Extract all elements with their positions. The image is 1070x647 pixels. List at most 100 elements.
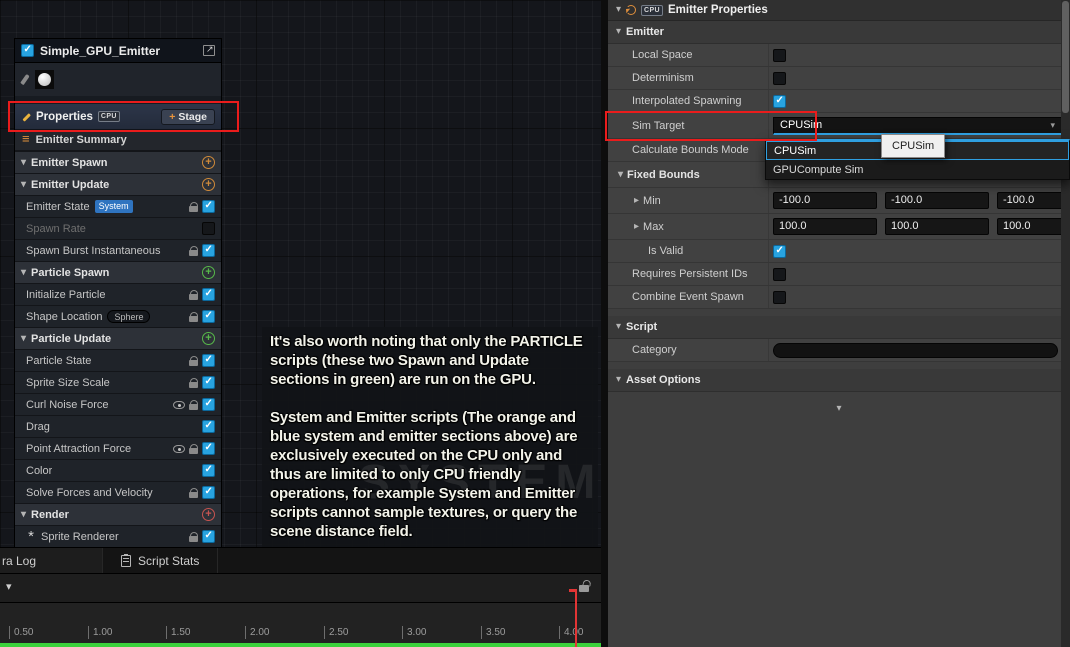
tab-script-stats[interactable]: Script Stats [103,548,218,573]
tab-niagara-log[interactable]: ra Log [0,548,103,573]
timeline-range-bar[interactable] [0,643,601,647]
unlock-icon[interactable] [579,585,589,592]
module-enabled-checkbox[interactable] [202,288,215,301]
row-determinism[interactable]: Determinism [608,67,1070,90]
category-label: Script [626,321,657,333]
max-y-field[interactable]: 100.0 [885,218,989,235]
chevron-down-icon[interactable] [21,180,26,190]
category-asset-options[interactable]: Asset Options [608,369,1070,392]
chevron-right-icon[interactable] [634,196,639,206]
module-enabled-checkbox[interactable] [202,200,215,213]
scrollbar-thumb[interactable] [1062,1,1069,113]
module-enabled-checkbox[interactable] [202,530,215,543]
combine-event-spawn-checkbox[interactable] [773,291,786,304]
visibility-eye-icon[interactable] [173,401,185,409]
group-render[interactable]: Render [15,503,221,525]
module-point-attraction-force[interactable]: Point Attraction Force [15,437,221,459]
add-renderer-icon[interactable] [202,508,215,521]
row-min[interactable]: Min -100.0 -100.0 -100.0 [608,188,1070,214]
category-emitter[interactable]: Emitter [608,21,1070,44]
row-local-space[interactable]: Local Space [608,44,1070,67]
module-sprite-size-scale[interactable]: Sprite Size Scale [15,371,221,393]
module-enabled-checkbox[interactable] [202,310,215,323]
add-stage-button[interactable]: + Stage [161,109,215,125]
module-emitter-state[interactable]: Emitter State System [15,195,221,217]
module-enabled-checkbox[interactable] [202,420,215,433]
module-enabled-checkbox[interactable] [202,442,215,455]
chevron-down-icon[interactable] [616,322,621,332]
add-module-icon[interactable] [202,266,215,279]
details-expander[interactable] [608,400,1070,418]
emitter-summary-row[interactable]: Emitter Summary [15,130,221,151]
module-enabled-checkbox[interactable] [202,376,215,389]
group-particle-spawn[interactable]: Particle Spawn [15,261,221,283]
module-enabled-checkbox[interactable] [202,222,215,235]
chevron-right-icon[interactable] [634,222,639,232]
details-scrollbar[interactable] [1061,0,1070,647]
chevron-down-icon[interactable] [618,170,623,180]
eyedropper-icon[interactable] [20,74,30,85]
chevron-down-icon[interactable] [21,158,26,168]
timeline-ruler[interactable]: 0.50 1.00 1.50 2.00 2.50 3.00 3.50 4.00 [0,603,601,647]
module-sprite-renderer[interactable]: Sprite Renderer [15,525,221,547]
row-requires-persistent-ids[interactable]: Requires Persistent IDs [608,263,1070,286]
min-x-field[interactable]: -100.0 [773,192,877,209]
sim-target-dropdown[interactable]: CPUSim ▾ [773,117,1062,135]
row-interpolated-spawning[interactable]: Interpolated Spawning [608,90,1070,113]
group-particle-update[interactable]: Particle Update [15,327,221,349]
chevron-down-icon[interactable] [21,268,26,278]
chevron-down-icon[interactable] [6,582,12,592]
emitter-properties-row[interactable]: Properties CPU + Stage [15,104,221,130]
module-enabled-checkbox[interactable] [202,354,215,367]
category-text-field[interactable] [773,343,1058,358]
max-x-field[interactable]: 100.0 [773,218,877,235]
group-emitter-spawn[interactable]: Emitter Spawn [15,151,221,173]
group-emitter-update[interactable]: Emitter Update [15,173,221,195]
chevron-down-icon[interactable] [616,375,621,385]
details-header[interactable]: CPU Emitter Properties [608,0,1070,21]
interpolated-spawning-checkbox[interactable] [773,95,786,108]
chevron-down-icon[interactable] [21,510,26,520]
module-spawn-rate[interactable]: Spawn Rate [15,217,221,239]
module-solve-forces-velocity[interactable]: Solve Forces and Velocity [15,481,221,503]
module-curl-noise-force[interactable]: Curl Noise Force [15,393,221,415]
chevron-down-icon[interactable] [616,5,621,15]
chevron-down-icon[interactable] [21,334,26,344]
dropdown-option-gpucompute-sim[interactable]: GPUCompute Sim [766,160,1069,179]
module-enabled-checkbox[interactable] [202,486,215,499]
module-spawn-burst[interactable]: Spawn Burst Instantaneous [15,239,221,261]
timeline-playhead[interactable] [575,589,577,647]
visibility-eye-icon[interactable] [173,445,185,453]
row-category[interactable]: Category [608,339,1070,362]
emitter-node-header[interactable]: Simple_GPU_Emitter [15,38,221,63]
determinism-checkbox[interactable] [773,72,786,85]
local-space-checkbox[interactable] [773,49,786,62]
row-combine-event-spawn[interactable]: Combine Event Spawn [608,286,1070,309]
module-enabled-checkbox[interactable] [202,464,215,477]
module-initialize-particle[interactable]: Initialize Particle [15,283,221,305]
module-shape-location[interactable]: Shape Location Sphere [15,305,221,327]
min-z-field[interactable]: -100.0 [997,192,1070,209]
chevron-down-icon[interactable] [616,27,621,37]
is-valid-checkbox[interactable] [773,245,786,258]
panel-divider[interactable] [601,0,608,647]
module-color[interactable]: Color [15,459,221,481]
module-enabled-checkbox[interactable] [202,244,215,257]
open-external-icon[interactable] [203,45,215,56]
max-z-field[interactable]: 100.0 [997,218,1070,235]
add-module-icon[interactable] [202,156,215,169]
min-y-field[interactable]: -100.0 [885,192,989,209]
add-module-icon[interactable] [202,332,215,345]
module-particle-state[interactable]: Particle State [15,349,221,371]
row-sim-target[interactable]: Sim Target CPUSim ▾ [608,113,1070,139]
emitter-thumbnail[interactable] [35,70,54,89]
row-max[interactable]: Max 100.0 100.0 100.0 [608,214,1070,240]
requires-persistent-ids-checkbox[interactable] [773,268,786,281]
row-is-valid[interactable]: Is Valid [608,240,1070,263]
category-script[interactable]: Script [608,316,1070,339]
add-module-icon[interactable] [202,178,215,191]
emitter-enabled-checkbox[interactable] [21,44,34,57]
module-drag[interactable]: Drag [15,415,221,437]
module-enabled-checkbox[interactable] [202,398,215,411]
timeline-track-row[interactable] [0,574,601,603]
